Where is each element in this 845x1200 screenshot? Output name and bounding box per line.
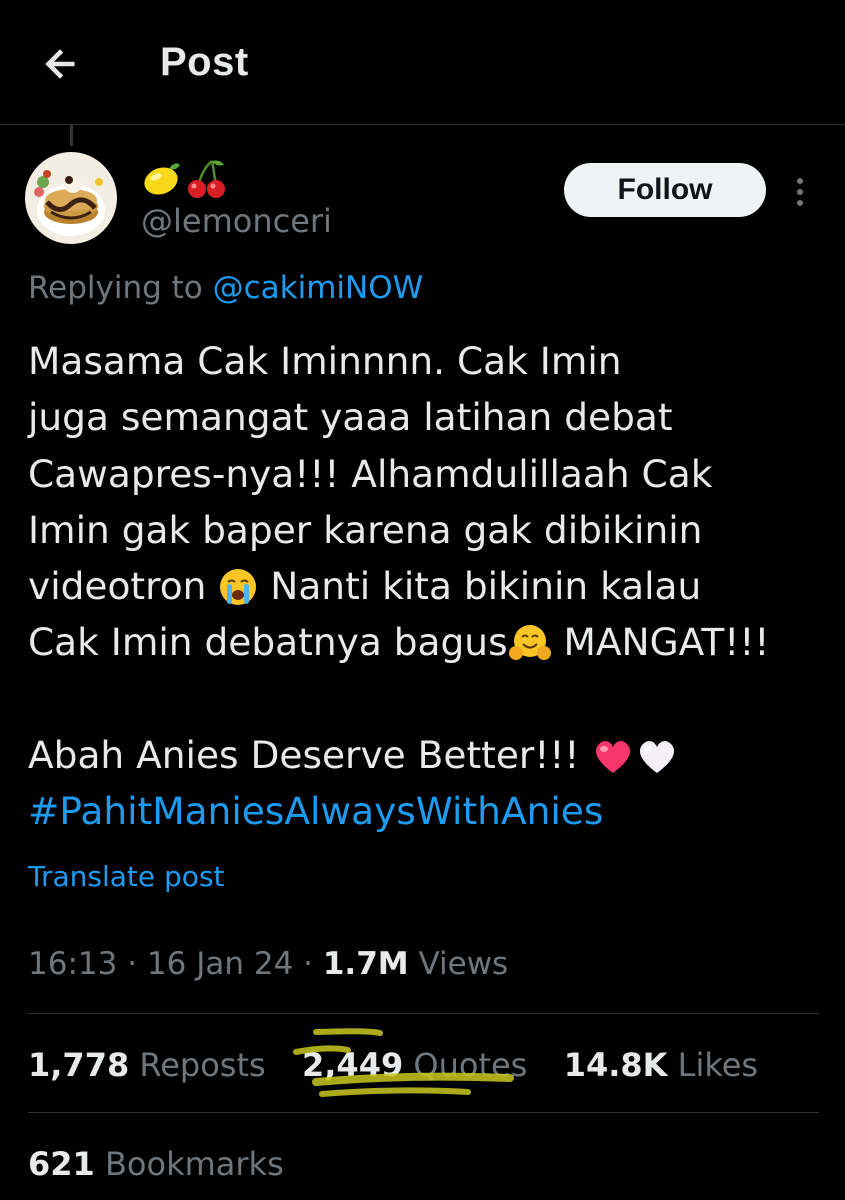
likes-label: Likes <box>667 1046 759 1084</box>
divider <box>28 1112 819 1113</box>
crying-face-emoji-icon <box>220 569 257 606</box>
bookmarks-count: 621 <box>28 1145 95 1183</box>
author-handle[interactable]: @lemonceri <box>141 202 332 240</box>
replying-to-prefix: Replying to <box>28 270 213 306</box>
pancake-avatar-image <box>25 152 117 244</box>
bookmarks-stat[interactable]: 621 Bookmarks <box>28 1145 284 1183</box>
more-vertical-icon <box>797 178 803 184</box>
quotes-label: Quotes <box>403 1046 528 1084</box>
reply-mention-link[interactable]: @cakimiNOW <box>213 270 424 306</box>
post-metadata: 16:13 · 16 Jan 24 · 1.7M Views <box>28 946 508 982</box>
likes-count: 14.8K <box>563 1046 668 1084</box>
post-line: videotron Nanti kita bikinin kalau <box>28 558 828 614</box>
more-vertical-icon-dot <box>797 200 803 206</box>
post-line: Masama Cak Iminnnn. Cak Imin <box>28 339 622 383</box>
views-label: Views <box>408 946 509 982</box>
replying-to: Replying to @cakimiNOW <box>28 270 423 306</box>
post-text: Cak Imin debatnya bagus <box>28 620 508 665</box>
white-heart-emoji-icon <box>640 741 675 774</box>
quotes-count: 2,449 <box>302 1046 404 1084</box>
avatar[interactable] <box>25 152 117 244</box>
post-body: Masama Cak Iminnnn. Cak Imin juga semang… <box>28 333 828 840</box>
engagement-stats: 1,778 Reposts 2,449 Quotes 14.8K Likes <box>28 1046 758 1084</box>
post-text: Nanti kita bikinin kalau <box>258 564 702 609</box>
display-name[interactable] <box>140 156 228 200</box>
post-line: Cak Imin debatnya bagus MANGAT!!! <box>28 614 828 670</box>
post-text: videotron <box>28 564 219 609</box>
back-button[interactable] <box>34 38 86 90</box>
quotes-stat[interactable]: 2,449 Quotes <box>302 1046 527 1084</box>
divider <box>28 1013 819 1014</box>
hugging-face-emoji-icon <box>508 625 551 661</box>
post-time[interactable]: 16:13 <box>28 946 117 982</box>
post-line: Abah Anies Deserve Better!!! <box>28 727 828 783</box>
reposts-count: 1,778 <box>28 1046 130 1084</box>
translate-post-link[interactable]: Translate post <box>28 860 225 893</box>
page-title: Post <box>160 40 249 84</box>
post-line: juga semangat yaaa latihan debat <box>28 395 673 440</box>
post-text: MANGAT!!! <box>551 620 770 665</box>
post-line: Imin gak baper karena gak dibikinin <box>28 507 703 552</box>
likes-stat[interactable]: 14.8K Likes <box>564 1046 758 1084</box>
meta-separator: · <box>117 946 147 982</box>
views-count[interactable]: 1.7M <box>323 946 409 982</box>
arrow-left-icon <box>45 49 75 79</box>
post-line: Cawapres-nya!!! Alhamdulillaah Cak <box>28 451 713 496</box>
post-text: Abah Anies Deserve Better!!! <box>28 733 592 778</box>
reposts-stat[interactable]: 1,778 Reposts <box>28 1046 266 1084</box>
pink-heart-emoji-icon <box>596 741 631 774</box>
meta-separator: · <box>293 946 323 982</box>
bookmarks-label: Bookmarks <box>94 1145 284 1183</box>
cherries-emoji-icon <box>188 160 225 198</box>
post-date[interactable]: 16 Jan 24 <box>147 946 293 982</box>
hashtag-link[interactable]: #PahitManiesAlwaysWithAnies <box>28 783 828 839</box>
lemon-emoji-icon <box>144 163 180 195</box>
top-app-bar: Post <box>0 0 845 125</box>
reposts-label: Reposts <box>129 1046 266 1084</box>
more-vertical-icon-dot <box>797 189 803 195</box>
thread-connector-line <box>70 124 73 146</box>
follow-button[interactable]: Follow <box>564 163 766 217</box>
more-options-button[interactable] <box>786 172 814 212</box>
